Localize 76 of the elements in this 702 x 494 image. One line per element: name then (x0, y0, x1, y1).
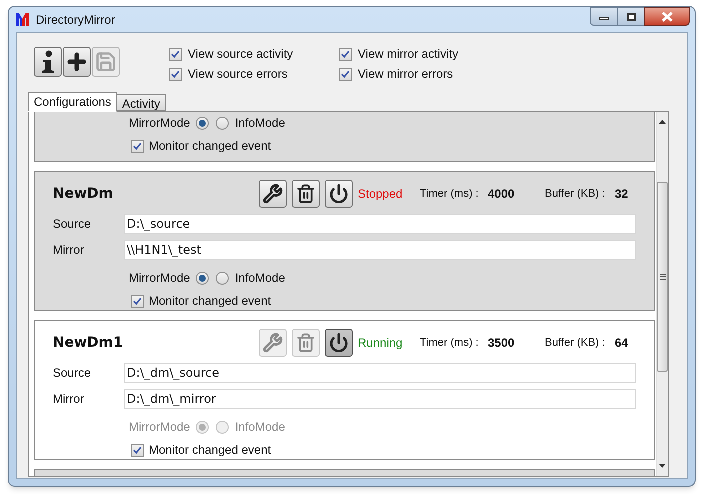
delete-button[interactable] (292, 180, 320, 208)
info-icon (40, 50, 56, 74)
timer-label: Timer (ms) : (420, 336, 480, 351)
scroll-up-icon (659, 120, 666, 124)
power-icon (329, 333, 349, 353)
checkbox[interactable] (131, 444, 144, 456)
add-button[interactable] (63, 47, 91, 77)
mode-label: InfoMode (235, 270, 286, 287)
trash-icon (296, 184, 316, 204)
wrench-icon (263, 333, 283, 353)
radio-button[interactable] (216, 272, 230, 284)
source-field[interactable]: D:\_dm\_source (124, 363, 636, 383)
checkbox[interactable] (131, 294, 144, 308)
maximize-button[interactable] (618, 7, 644, 26)
radio-button[interactable] (216, 420, 230, 434)
buffer-label: Buffer (KB) : (545, 336, 606, 351)
source-label: Source (53, 216, 92, 233)
edit-button[interactable] (259, 180, 287, 208)
mirror-label: Mirror (53, 391, 86, 408)
save-icon (95, 51, 117, 73)
option-label: View mirror activity (358, 46, 458, 63)
close-button[interactable] (644, 7, 690, 26)
trash-icon (296, 333, 316, 353)
radio-button[interactable] (196, 116, 210, 130)
minimize-button[interactable] (590, 7, 618, 26)
monitor-label: Monitor changed event (149, 442, 272, 459)
power-button[interactable] (325, 180, 353, 208)
wrench-icon (263, 184, 283, 204)
option-label: View mirror errors (358, 66, 454, 83)
plus-icon (65, 50, 89, 74)
mirror-label: Mirror (53, 242, 86, 259)
configuration-name: NewDm1 (53, 334, 124, 352)
mirror-field[interactable]: \\H1N1\_test (124, 240, 636, 260)
mode-label: MirrorMode (129, 115, 190, 132)
tab[interactable]: Activity (116, 94, 166, 111)
radio-button[interactable] (216, 116, 230, 130)
scrollbar[interactable] (656, 112, 668, 476)
minimize-icon (599, 17, 609, 20)
timer-value: 3500 (488, 335, 516, 352)
scrollbar-thumb[interactable] (657, 182, 668, 372)
tab[interactable]: Configurations (28, 92, 118, 112)
option-label: View source errors (188, 66, 288, 83)
checkbox[interactable] (169, 68, 182, 80)
app-logo-icon (16, 13, 29, 26)
buffer-value: 32 (615, 186, 628, 203)
mirror-field[interactable]: D:\_dm\_mirror (124, 389, 636, 409)
status-text: Running (358, 335, 404, 352)
mode-label: InfoMode (235, 419, 286, 436)
maximize-icon (626, 12, 636, 20)
source-label: Source (53, 365, 92, 382)
grip-icon (660, 274, 666, 280)
checkbox[interactable] (169, 48, 182, 60)
buffer-value: 64 (615, 335, 628, 352)
checkbox[interactable] (131, 140, 144, 152)
buffer-label: Buffer (KB) : (545, 186, 606, 202)
status-text: Stopped (358, 186, 404, 203)
option-label: View source activity (188, 46, 294, 63)
close-icon (662, 12, 672, 22)
power-icon (329, 184, 349, 204)
radio-button[interactable] (196, 272, 210, 284)
timer-label: Timer (ms) : (420, 186, 480, 202)
mode-label: InfoMode (235, 115, 286, 132)
power-button[interactable] (325, 329, 353, 357)
window-title: DirectoryMirror (36, 12, 116, 28)
monitor-label: Monitor changed event (149, 293, 272, 310)
monitor-label: Monitor changed event (149, 138, 272, 155)
source-field[interactable]: D:\_source (124, 214, 636, 234)
mode-label: MirrorMode (129, 270, 190, 287)
radio-button[interactable] (196, 420, 210, 434)
timer-value: 4000 (488, 186, 516, 203)
checkbox[interactable] (339, 68, 352, 80)
checkbox[interactable] (339, 48, 352, 60)
configuration-name: NewDm (53, 184, 114, 204)
mode-label: MirrorMode (129, 419, 190, 436)
scroll-down-icon (659, 464, 666, 468)
info-button[interactable] (34, 47, 62, 77)
